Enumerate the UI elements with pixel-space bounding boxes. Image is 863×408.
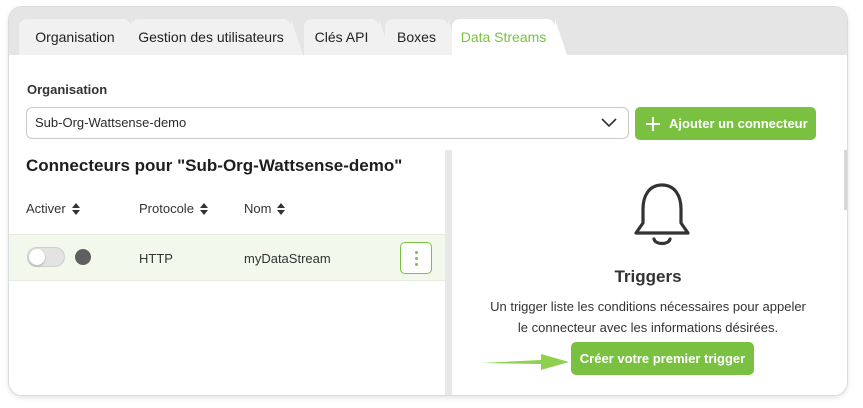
column-header-nom[interactable]: Nom	[244, 201, 286, 216]
settings-card: Organisation Gestion des utilisateurs Cl…	[8, 6, 848, 396]
add-connector-label: Ajouter un connecteur	[669, 116, 808, 131]
tab-boxes[interactable]: Boxes	[385, 19, 448, 55]
name-cell: myDataStream	[244, 251, 331, 266]
organisation-select[interactable]: Sub-Org-Wattsense-demo	[26, 107, 629, 139]
tab-organisation[interactable]: Organisation	[19, 19, 131, 55]
arrow-pointer-icon	[481, 354, 569, 370]
tab-gestion-utilisateurs[interactable]: Gestion des utilisateurs	[131, 19, 291, 55]
triggers-description-line: le connecteur avec les informations dési…	[517, 320, 779, 335]
tab-bar: Organisation Gestion des utilisateurs Cl…	[9, 7, 847, 55]
panel-divider[interactable]	[445, 150, 452, 395]
triggers-description: Un trigger liste les conditions nécessai…	[452, 296, 844, 338]
connectors-title: Connecteurs pour "Sub-Org-Wattsense-demo…	[26, 156, 403, 175]
tab-edge	[555, 19, 567, 55]
create-trigger-button[interactable]: Créer votre premier trigger	[571, 342, 754, 375]
row-menu-button[interactable]	[400, 242, 432, 274]
organisation-label: Organisation	[27, 82, 108, 97]
triggers-title: Triggers	[614, 267, 682, 286]
tab-edge	[291, 19, 303, 55]
bell-icon	[634, 183, 690, 246]
protocol-cell: HTTP	[139, 251, 173, 266]
column-header-label: Activer	[26, 201, 66, 216]
organisation-select-value: Sub-Org-Wattsense-demo	[35, 115, 187, 130]
sort-icon	[71, 202, 80, 215]
column-header-activer[interactable]: Activer	[26, 201, 81, 216]
tab-cles-api[interactable]: Clés API	[304, 19, 379, 55]
sort-icon	[199, 202, 208, 215]
tab-data-streams[interactable]: Data Streams	[452, 19, 555, 55]
chevron-down-icon	[601, 118, 617, 128]
table-row[interactable]: HTTP myDataStream	[9, 234, 445, 281]
status-indicator	[75, 249, 91, 265]
triggers-description-line: Un trigger liste les conditions nécessai…	[490, 299, 806, 314]
column-header-label: Protocole	[139, 201, 194, 216]
activate-toggle[interactable]	[27, 247, 65, 267]
sort-icon	[277, 202, 286, 215]
column-header-label: Nom	[244, 201, 272, 216]
plus-icon	[646, 116, 660, 131]
toggle-knob	[29, 249, 45, 265]
scrollbar[interactable]	[844, 150, 847, 210]
column-header-protocole[interactable]: Protocole	[139, 201, 209, 216]
add-connector-button[interactable]: Ajouter un connecteur	[635, 107, 816, 140]
